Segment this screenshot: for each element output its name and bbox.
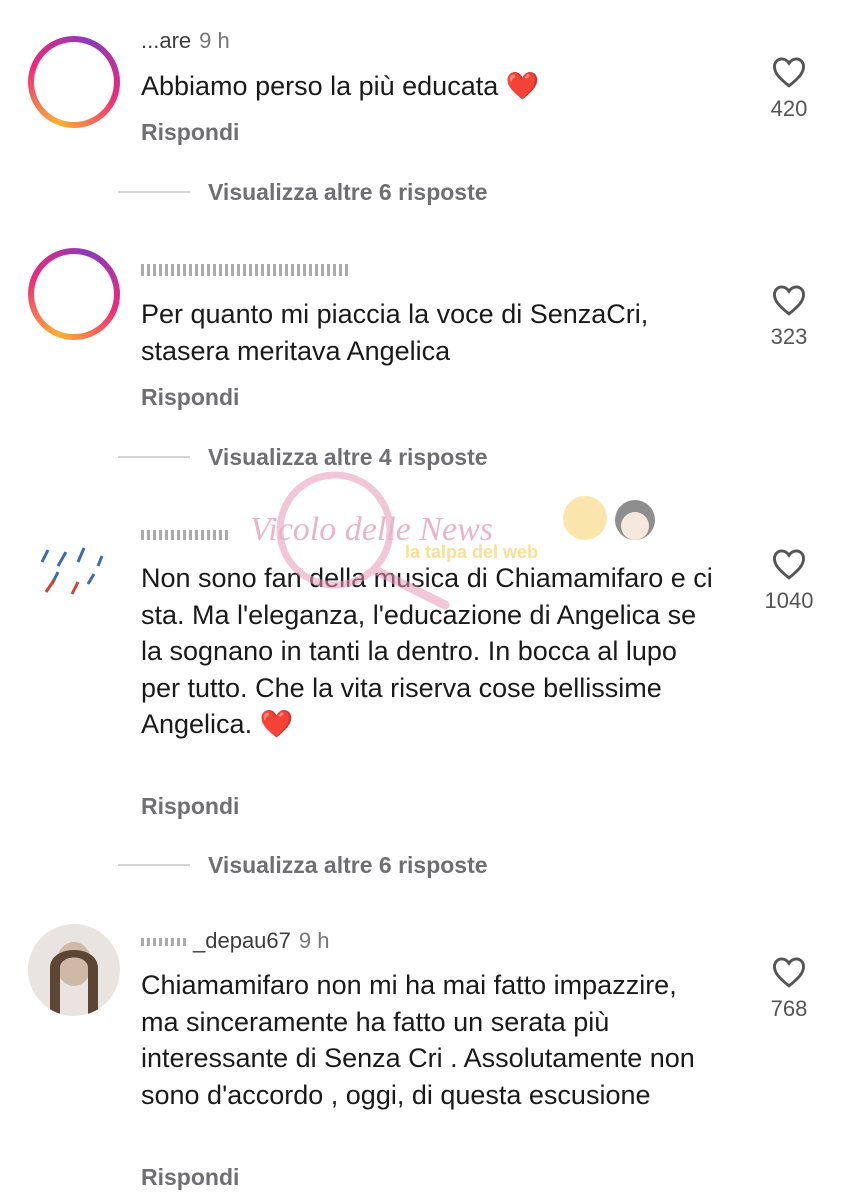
like-button[interactable]: 1040 bbox=[758, 548, 820, 614]
like-count: 420 bbox=[770, 96, 808, 121]
view-more-replies-label[interactable]: Visualizza altre 6 risposte bbox=[208, 852, 488, 879]
view-more-replies[interactable]: Visualizza altre 6 risposte bbox=[118, 177, 488, 207]
heart-outline-icon[interactable] bbox=[771, 56, 807, 88]
redacted-username bbox=[141, 938, 189, 946]
view-more-replies[interactable]: Visualizza altre 4 risposte bbox=[118, 442, 488, 472]
reply-button[interactable]: Rispondi bbox=[141, 1164, 239, 1191]
avatar-icon bbox=[50, 942, 98, 1016]
view-more-replies-label[interactable]: Visualizza altre 6 risposte bbox=[208, 179, 488, 206]
heart-emoji-icon: ❤️ bbox=[505, 71, 540, 101]
comment-time: 9 h bbox=[199, 28, 230, 53]
heart-outline-icon[interactable] bbox=[771, 548, 807, 580]
avatar-icon bbox=[40, 547, 104, 595]
like-button[interactable]: 768 bbox=[758, 956, 820, 1022]
divider-line bbox=[118, 191, 190, 193]
reply-button[interactable]: Rispondi bbox=[141, 384, 239, 411]
like-count: 768 bbox=[770, 996, 808, 1021]
like-button[interactable]: 323 bbox=[758, 284, 820, 350]
reply-button[interactable]: Rispondi bbox=[141, 793, 239, 820]
username-text[interactable]: ...are bbox=[141, 28, 191, 53]
avatar[interactable] bbox=[28, 36, 120, 128]
like-count: 323 bbox=[770, 324, 808, 349]
redacted-username bbox=[141, 530, 231, 540]
username-text[interactable]: _depau67 bbox=[193, 928, 291, 953]
comment-username[interactable]: _depau67 9 h bbox=[141, 928, 329, 954]
reply-button[interactable]: Rispondi bbox=[141, 119, 239, 146]
avatar[interactable] bbox=[28, 248, 120, 340]
like-button[interactable]: 420 bbox=[758, 56, 820, 122]
avatar[interactable] bbox=[28, 924, 120, 1016]
redacted-username bbox=[141, 264, 351, 276]
comment-username[interactable]: ...are 9 h bbox=[141, 28, 230, 54]
like-count: 1040 bbox=[764, 588, 814, 613]
comment-text: Abbiamo perso la più educata ❤️ bbox=[141, 68, 721, 105]
heart-outline-icon[interactable] bbox=[771, 956, 807, 988]
comment-text: Per quanto mi piaccia la voce di SenzaCr… bbox=[141, 299, 649, 366]
comment-text: Chiamamifaro non mi ha mai fatto impazzi… bbox=[141, 970, 695, 1110]
watermark-logo: Vicolo delle News la talpa del web bbox=[250, 471, 655, 610]
divider-line bbox=[118, 864, 190, 866]
view-more-replies-label[interactable]: Visualizza altre 4 risposte bbox=[208, 444, 488, 471]
heart-emoji-icon: ❤️ bbox=[259, 709, 294, 739]
divider-line bbox=[118, 456, 190, 458]
view-more-replies[interactable]: Visualizza altre 6 risposte bbox=[118, 850, 488, 880]
avatar[interactable] bbox=[28, 522, 120, 614]
watermark-tagline: la talpa del web bbox=[405, 542, 538, 562]
comment-time: 9 h bbox=[298, 928, 330, 953]
comment-body: Abbiamo perso la più educata bbox=[141, 71, 499, 101]
heart-outline-icon[interactable] bbox=[771, 284, 807, 316]
